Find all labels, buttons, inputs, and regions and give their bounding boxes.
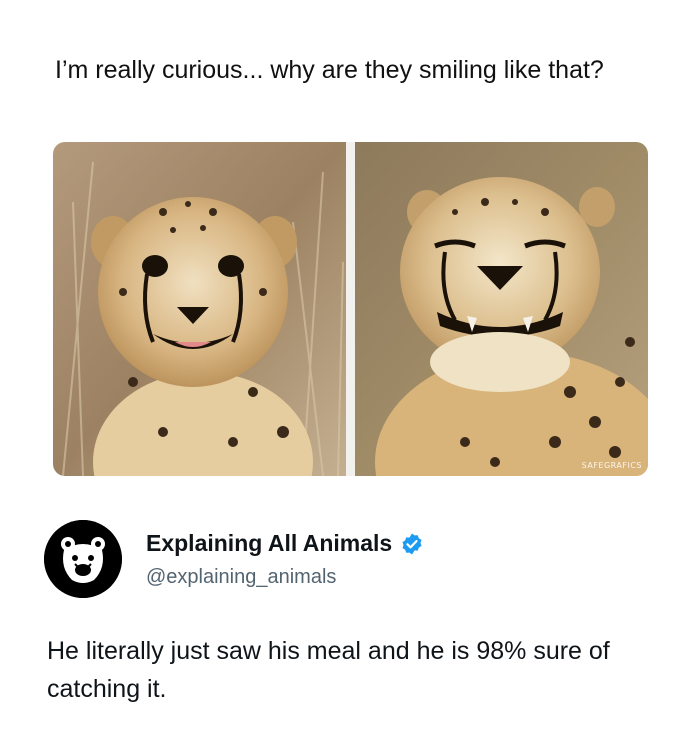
verified-badge-icon — [400, 532, 424, 556]
author-display-name[interactable]: Explaining All Animals — [146, 530, 392, 557]
image-divider — [346, 142, 355, 476]
reply-author-card[interactable]: Explaining All Animals @explaining_anima… — [44, 520, 664, 600]
bear-head-icon[interactable] — [44, 520, 122, 598]
media-grid[interactable]: SAFEGRAFICS — [53, 142, 648, 476]
author-handle[interactable]: @explaining_animals — [146, 566, 336, 589]
post-text: I’m really curious... why are they smili… — [55, 56, 604, 84]
cheetah-smiling-photo[interactable] — [53, 142, 346, 476]
image-watermark: SAFEGRAFICS — [581, 461, 642, 470]
reply-text: He literally just saw his meal and he is… — [47, 637, 610, 703]
cheetah-grinning-photo[interactable] — [355, 142, 648, 476]
